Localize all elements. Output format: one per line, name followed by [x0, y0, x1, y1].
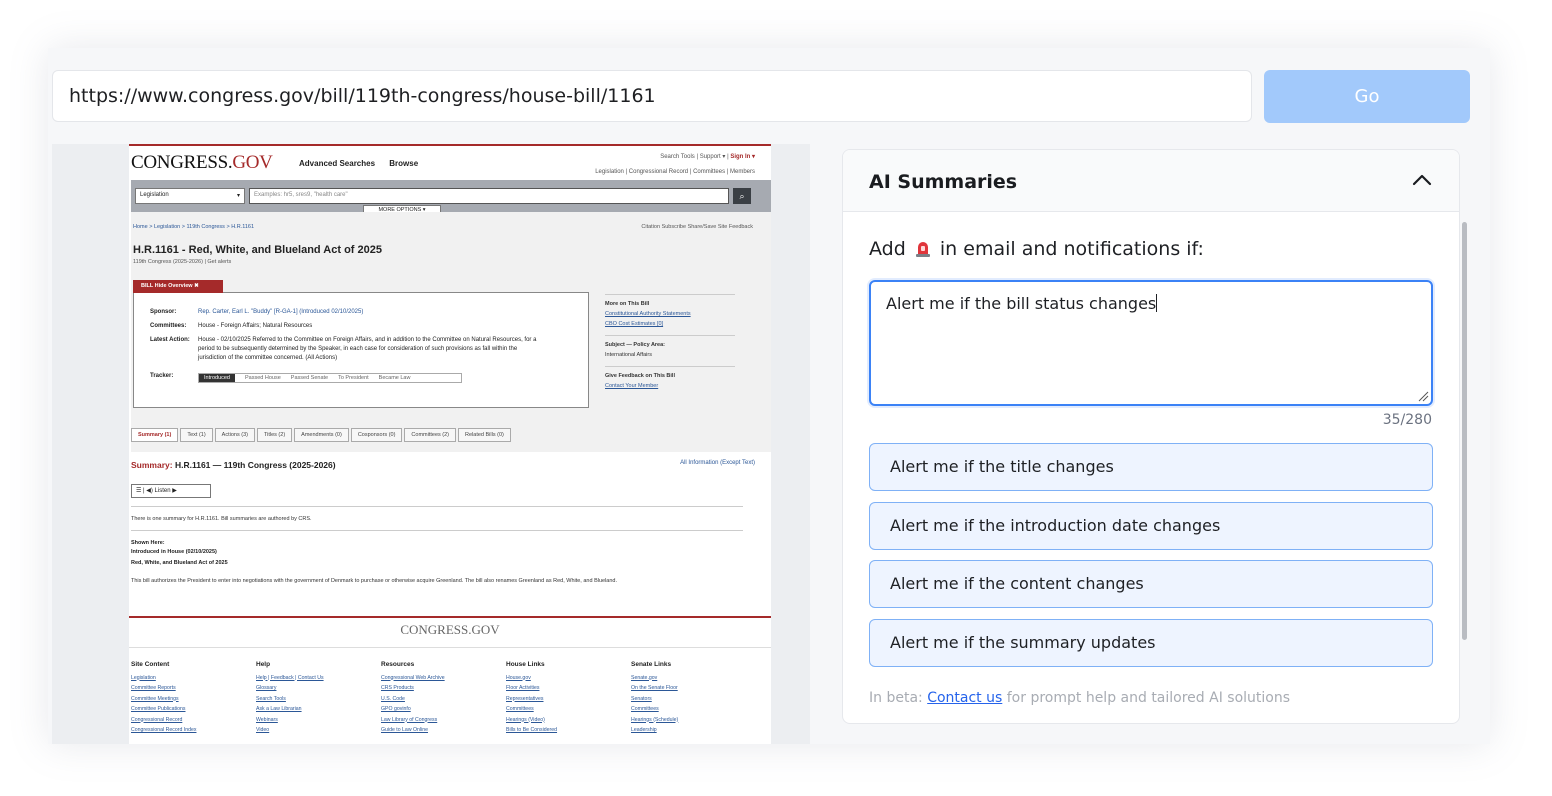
- summary-text: This bill authorizes the President to en…: [131, 578, 618, 584]
- summary-heading: Summary: H.R.1161 — 119th Congress (2025…: [131, 460, 336, 470]
- search-scope-select: Legislation ▾: [135, 188, 245, 204]
- footer-col-help: Help Help | Feedback | Contact Us Glossar…: [256, 661, 324, 733]
- latest-action-row: Latest Action: House - 02/10/2025 Referre…: [150, 337, 537, 343]
- character-counter: 35/280: [1382, 412, 1432, 428]
- footer-logo: CONGRESS.GOV: [400, 622, 500, 637]
- tab-titles: Titles (2): [256, 428, 293, 442]
- tracker-label: Tracker:: [150, 373, 174, 379]
- committees-row: Committees: House - Foreign Affairs; Natu…: [150, 323, 313, 329]
- tab-text: Text (1): [180, 428, 213, 442]
- introduced-label: Introduced in House (02/10/2025): [131, 549, 217, 555]
- summary-note: There is one summary for H.R.1161. Bill …: [131, 516, 312, 522]
- tab-summary: Summary (1): [131, 428, 179, 442]
- beta-note: In beta: Contact us for prompt help and …: [869, 690, 1291, 706]
- page-preview[interactable]: CONGRESS.GOV Advanced Searches Browse Se…: [52, 144, 810, 744]
- sponsor-row: Sponsor: Rep. Carter, Earl L. "Buddy" [R-…: [150, 309, 364, 315]
- nav-advanced-searches: Advanced Searches: [299, 159, 376, 168]
- overview-box: Sponsor: Rep. Carter, Earl L. "Buddy" [R-…: [133, 292, 589, 408]
- search-band: Legislation ▾ Examples: hr5, sres9, "heal…: [131, 180, 771, 215]
- bill-sidebar: More on This Bill Constitutional Authori…: [605, 294, 735, 391]
- bill-tag: BILL Hide Overview ✖: [133, 280, 223, 293]
- bill-title: H.R.1161 - Red, White, and Blueland Act …: [133, 244, 382, 256]
- bill-subtitle: 119th Congress (2025-2026) | Get alerts: [133, 259, 232, 265]
- tab-committees: Committees (2): [404, 428, 457, 442]
- footer-col-senate-links: Senate Links Senate.gov On the Senate Flo…: [631, 661, 679, 733]
- latest-action-cont2: jurisdiction of the committee concerned.…: [198, 355, 338, 361]
- act-name: Red, White, and Blueland Act of 2025: [131, 560, 228, 566]
- top-nav: Advanced Searches Browse: [299, 159, 430, 168]
- ai-summaries-panel: AI Summaries Add in email and notificati…: [842, 149, 1460, 724]
- suggestion-title-changes[interactable]: Alert me if the title changes: [869, 443, 1433, 491]
- resize-handle-icon[interactable]: [1417, 390, 1429, 402]
- latest-action-cont: period to be subsequently determined by …: [198, 346, 518, 352]
- utility-nav: Search Tools | Support ▾ | Sign In ▾ Leg…: [595, 154, 755, 175]
- bill-tabs: Summary (1) Text (1) Actions (3) Titles (2)…: [131, 428, 513, 442]
- all-information-link: All Information (Except Text): [680, 460, 755, 466]
- panel-header[interactable]: AI Summaries: [843, 150, 1459, 212]
- panel-scrollbar[interactable]: [1462, 222, 1467, 640]
- footer-col-house-links: House Links House.gov Floor Activities Rep…: [506, 661, 558, 733]
- footer-divider: [129, 616, 771, 618]
- congress-page-screenshot: CONGRESS.GOV Advanced Searches Browse Se…: [129, 144, 771, 744]
- footer-col-resources: Resources Congressional Web Archive CRS P…: [381, 661, 445, 733]
- divider: [131, 506, 743, 507]
- siren-icon: [915, 242, 930, 257]
- suggestion-summary-updates[interactable]: Alert me if the summary updates: [869, 619, 1433, 667]
- panel-title: AI Summaries: [869, 171, 1018, 193]
- suggestion-content-changes[interactable]: Alert me if the content changes: [869, 560, 1433, 608]
- footer-line: [129, 647, 771, 648]
- chevron-up-icon[interactable]: [1410, 170, 1434, 190]
- bill-tracker: Introduced Passed House Passed Senate To Pr…: [198, 373, 462, 383]
- nav-browse: Browse: [389, 159, 419, 168]
- tab-related-bills: Related Bills (0): [458, 428, 511, 442]
- listen-control: ☰ | ◀) Listen ▶: [131, 484, 211, 498]
- footer-col-site-content: Site Content Legislation Committee Report…: [131, 661, 197, 733]
- tab-actions: Actions (3): [214, 428, 255, 442]
- alert-prompt-textarea[interactable]: Alert me if the bill status changes: [869, 280, 1433, 406]
- text-caret: [1156, 294, 1158, 312]
- url-input[interactable]: https://www.congress.gov/bill/119th-cong…: [52, 70, 1252, 122]
- prompt-label: Add in email and notifications if:: [869, 238, 1204, 260]
- search-field: Examples: hr5, sres9, "health care": [249, 188, 729, 204]
- page-tools: Citation Subscribe Share/Save Site Feedb…: [641, 224, 753, 230]
- congress-logo: CONGRESS.GOV: [131, 152, 273, 173]
- shown-here: Shown Here:: [131, 540, 165, 546]
- contact-us-link[interactable]: Contact us: [927, 690, 1002, 706]
- go-button[interactable]: Go: [1264, 70, 1470, 123]
- tab-amendments: Amendments (0): [294, 428, 349, 442]
- divider: [131, 530, 743, 531]
- search-icon: ⌕: [733, 188, 751, 204]
- suggestion-introduction-date[interactable]: Alert me if the introduction date change…: [869, 502, 1433, 550]
- chevron-down-icon: ▾: [236, 193, 240, 199]
- tab-cosponsors: Cosponsors (0): [350, 428, 403, 442]
- top-divider: [129, 144, 771, 146]
- bill-overview-area: Home > Legislation > 119th Congress > H.…: [131, 212, 771, 452]
- app-frame: https://www.congress.gov/bill/119th-cong…: [48, 48, 1490, 744]
- breadcrumb: Home > Legislation > 119th Congress > H.…: [133, 224, 255, 230]
